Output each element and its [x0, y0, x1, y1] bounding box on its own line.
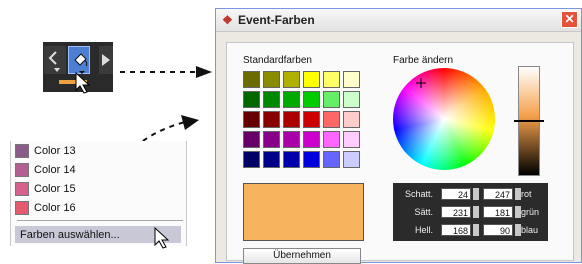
color-swatch — [15, 163, 29, 177]
value-row-hue-red: Schatt. 24 247 rot — [393, 186, 548, 202]
standard-colors-label: Standardfarben — [243, 55, 312, 66]
color-picker-crosshair-icon — [416, 78, 426, 88]
menu-separator — [17, 220, 183, 221]
color-swatch — [15, 144, 29, 158]
value-label: Hell. — [414, 225, 433, 235]
menu-item-color-15[interactable]: Color 15 — [15, 181, 76, 197]
color-swatch-cell[interactable] — [283, 131, 300, 148]
color-swatch-cell[interactable] — [243, 151, 260, 168]
color-swatch-cell[interactable] — [263, 151, 280, 168]
brightness-spinner[interactable] — [473, 224, 479, 236]
apply-button[interactable]: Übernehmen — [243, 248, 361, 264]
value-row-sat-green: Sätt. 231 181 grün — [393, 204, 548, 220]
change-color-label: Farbe ändern — [393, 55, 454, 66]
blue-input[interactable]: 90 — [483, 224, 513, 236]
dialog-content: Standardfarben Farbe ändern Übernehmen S… — [226, 42, 574, 264]
menu-item-color-14[interactable]: Color 14 — [15, 162, 76, 178]
color-swatch-cell[interactable] — [343, 111, 360, 128]
color-swatch-cell[interactable] — [283, 151, 300, 168]
color-swatch-cell[interactable] — [243, 111, 260, 128]
color-swatch-cell[interactable] — [243, 131, 260, 148]
mouse-pointer-icon — [75, 72, 91, 94]
color-swatch-cell[interactable] — [243, 71, 260, 88]
value-name: blau — [521, 225, 539, 235]
close-icon: ✕ — [564, 12, 575, 26]
color-swatch-cell[interactable] — [303, 151, 320, 168]
brightness-slider-handle[interactable] — [514, 120, 544, 122]
dialog-title: Event-Farben — [238, 13, 315, 27]
color-swatch-cell[interactable] — [263, 131, 280, 148]
color-swatch-cell[interactable] — [343, 151, 360, 168]
color-swatch-cell[interactable] — [263, 111, 280, 128]
dialog-titlebar[interactable]: ❖ Event-Farben ✕ — [216, 9, 581, 32]
toolbar-tool-button[interactable] — [44, 46, 66, 74]
green-input[interactable]: 181 — [483, 206, 513, 218]
color-menu: Color 13 Color 14 Color 15 Color 16 Farb… — [10, 141, 187, 249]
color-preview — [243, 183, 364, 241]
arrow-right-icon — [102, 54, 110, 66]
hue-input[interactable]: 24 — [441, 188, 471, 200]
color-swatch-cell[interactable] — [283, 91, 300, 108]
paint-bucket-icon — [74, 53, 88, 74]
color-swatch-cell[interactable] — [323, 111, 340, 128]
color-swatch-cell[interactable] — [343, 131, 360, 148]
color-swatch-cell[interactable] — [303, 71, 320, 88]
color-swatch-cell[interactable] — [343, 91, 360, 108]
color-swatch-cell[interactable] — [303, 111, 320, 128]
dashed-arrow-icon — [120, 66, 212, 78]
close-button[interactable]: ✕ — [561, 11, 578, 28]
menu-item-label: Color 16 — [34, 202, 76, 214]
color-swatch-cell[interactable] — [343, 71, 360, 88]
value-name: rot — [521, 189, 532, 199]
menu-item-color-13[interactable]: Color 13 — [15, 143, 76, 159]
color-swatch-cell[interactable] — [303, 131, 320, 148]
color-swatch-cell[interactable] — [303, 91, 320, 108]
arrow-tool-icon — [48, 51, 60, 72]
color-swatch-cell[interactable] — [283, 111, 300, 128]
value-row-light-blue: Hell. 168 90 blau — [393, 222, 548, 238]
color-swatch — [15, 182, 29, 196]
color-swatch-cell[interactable] — [323, 91, 340, 108]
color-swatch-cell[interactable] — [323, 131, 340, 148]
standard-color-grid — [243, 71, 363, 171]
toolbar-snippet — [43, 42, 113, 94]
saturation-spinner[interactable] — [473, 206, 479, 218]
color-tool-button[interactable] — [68, 46, 90, 74]
app-logo-icon: ❖ — [222, 13, 233, 27]
value-name: grün — [521, 207, 540, 217]
menu-item-label: Color 15 — [34, 183, 76, 195]
mouse-pointer-icon — [154, 227, 170, 249]
color-swatch-cell[interactable] — [263, 71, 280, 88]
value-label: Schatt. — [404, 189, 433, 199]
hue-spinner[interactable] — [473, 188, 479, 200]
toolbar-next-button[interactable] — [99, 46, 113, 74]
menu-item-label: Color 14 — [34, 164, 76, 176]
brightness-input[interactable]: 168 — [441, 224, 471, 236]
color-swatch-cell[interactable] — [323, 151, 340, 168]
menu-item-color-16[interactable]: Color 16 — [15, 200, 76, 216]
value-label: Sätt. — [414, 207, 433, 217]
color-swatch-cell[interactable] — [263, 91, 280, 108]
color-swatch-cell[interactable] — [243, 91, 260, 108]
choose-colors-label: Farben auswählen... — [20, 228, 120, 241]
color-swatch — [15, 201, 29, 215]
menu-item-label: Color 13 — [34, 145, 76, 157]
color-wheel[interactable] — [393, 68, 495, 170]
color-swatch-cell[interactable] — [323, 71, 340, 88]
red-input[interactable]: 247 — [483, 188, 513, 200]
event-colors-dialog: ❖ Event-Farben ✕ Standardfarben Farbe än… — [215, 8, 582, 264]
color-swatch-cell[interactable] — [283, 71, 300, 88]
color-values-panel: Schatt. 24 247 rot Sätt. 231 181 grün He… — [393, 183, 548, 241]
saturation-input[interactable]: 231 — [441, 206, 471, 218]
